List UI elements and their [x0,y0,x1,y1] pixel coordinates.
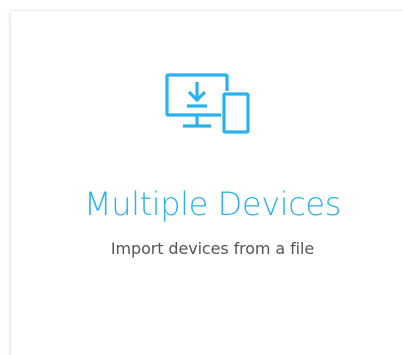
import-devices-icon [165,73,251,139]
card-subtitle: Import devices from a file [110,239,315,258]
multiple-devices-card[interactable]: Multiple Devices Import devices from a f… [10,10,403,355]
card-title: Multiple Devices [84,185,341,223]
